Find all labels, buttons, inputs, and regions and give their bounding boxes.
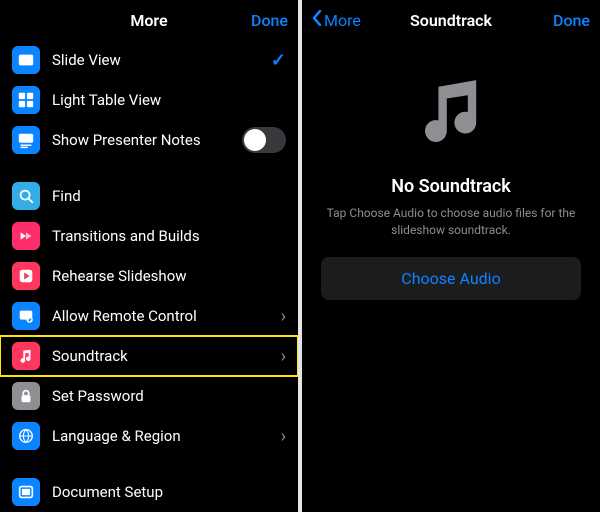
document-icon [12, 478, 40, 506]
row-allow-remote-control[interactable]: Allow Remote Control› [0, 296, 298, 336]
soundtrack-screen: More Soundtrack Done No Soundtrack Tap C… [302, 0, 600, 512]
row-label: Find [52, 187, 286, 205]
soundtrack-icon [12, 342, 40, 370]
row-label: Slide View [52, 51, 271, 69]
music-note-icon [409, 70, 493, 176]
row-tail: › [281, 426, 286, 447]
remote-icon [12, 302, 40, 330]
empty-title: No Soundtrack [391, 176, 511, 197]
empty-subtitle: Tap Choose Audio to choose audio files f… [318, 205, 584, 239]
row-tail: ✓ [271, 50, 286, 71]
empty-state: No Soundtrack Tap Choose Audio to choose… [302, 70, 600, 300]
row-label: Show Presenter Notes [52, 131, 242, 149]
nav-title: More [80, 11, 218, 30]
row-tail: › [281, 306, 286, 327]
chevron-right-icon: › [281, 346, 286, 367]
chevron-right-icon: › [281, 306, 286, 327]
row-language-region[interactable]: Language & Region› [0, 416, 298, 456]
done-button[interactable]: Done [218, 11, 288, 30]
row-set-password[interactable]: Set Password [0, 376, 298, 416]
slide-view-icon [12, 46, 40, 74]
row-show-presenter-notes[interactable]: Show Presenter Notes [0, 120, 298, 160]
toggle-switch[interactable] [242, 127, 286, 153]
transitions-icon [12, 222, 40, 250]
chevron-left-icon [312, 10, 322, 30]
row-transitions-and-builds[interactable]: Transitions and Builds [0, 216, 298, 256]
row-label: Transitions and Builds [52, 227, 286, 245]
row-label: Rehearse Slideshow [52, 267, 286, 285]
navbar: More Soundtrack Done [302, 0, 600, 40]
back-label: More [324, 11, 361, 30]
row-label: Language & Region [52, 427, 281, 445]
checkmark-icon: ✓ [271, 50, 286, 71]
lock-icon [12, 382, 40, 410]
row-rehearse-slideshow[interactable]: Rehearse Slideshow [0, 256, 298, 296]
back-button[interactable]: More [312, 10, 382, 30]
row-light-table-view[interactable]: Light Table View [0, 80, 298, 120]
done-button[interactable]: Done [520, 11, 590, 30]
navbar: More Done [0, 0, 298, 40]
row-document-setup[interactable]: Document Setup [0, 472, 298, 512]
row-soundtrack[interactable]: Soundtrack› [0, 336, 298, 376]
choose-audio-button[interactable]: Choose Audio [321, 257, 581, 300]
settings-list: Slide View✓ Light Table View Show Presente… [0, 40, 298, 512]
presenter-notes-icon [12, 126, 40, 154]
row-label: Document Setup [52, 483, 286, 501]
row-tail [242, 127, 286, 153]
row-label: Soundtrack [52, 347, 281, 365]
row-label: Light Table View [52, 91, 286, 109]
rehearse-icon [12, 262, 40, 290]
chevron-right-icon: › [281, 426, 286, 447]
row-slide-view[interactable]: Slide View✓ [0, 40, 298, 80]
row-label: Allow Remote Control [52, 307, 281, 325]
light-table-icon [12, 86, 40, 114]
globe-icon [12, 422, 40, 450]
more-settings-screen: More Done Slide View✓ Light Table View Sho… [0, 0, 298, 512]
find-icon [12, 182, 40, 210]
row-label: Set Password [52, 387, 286, 405]
nav-title: Soundtrack [382, 11, 520, 30]
row-tail: › [281, 346, 286, 367]
row-find[interactable]: Find [0, 176, 298, 216]
